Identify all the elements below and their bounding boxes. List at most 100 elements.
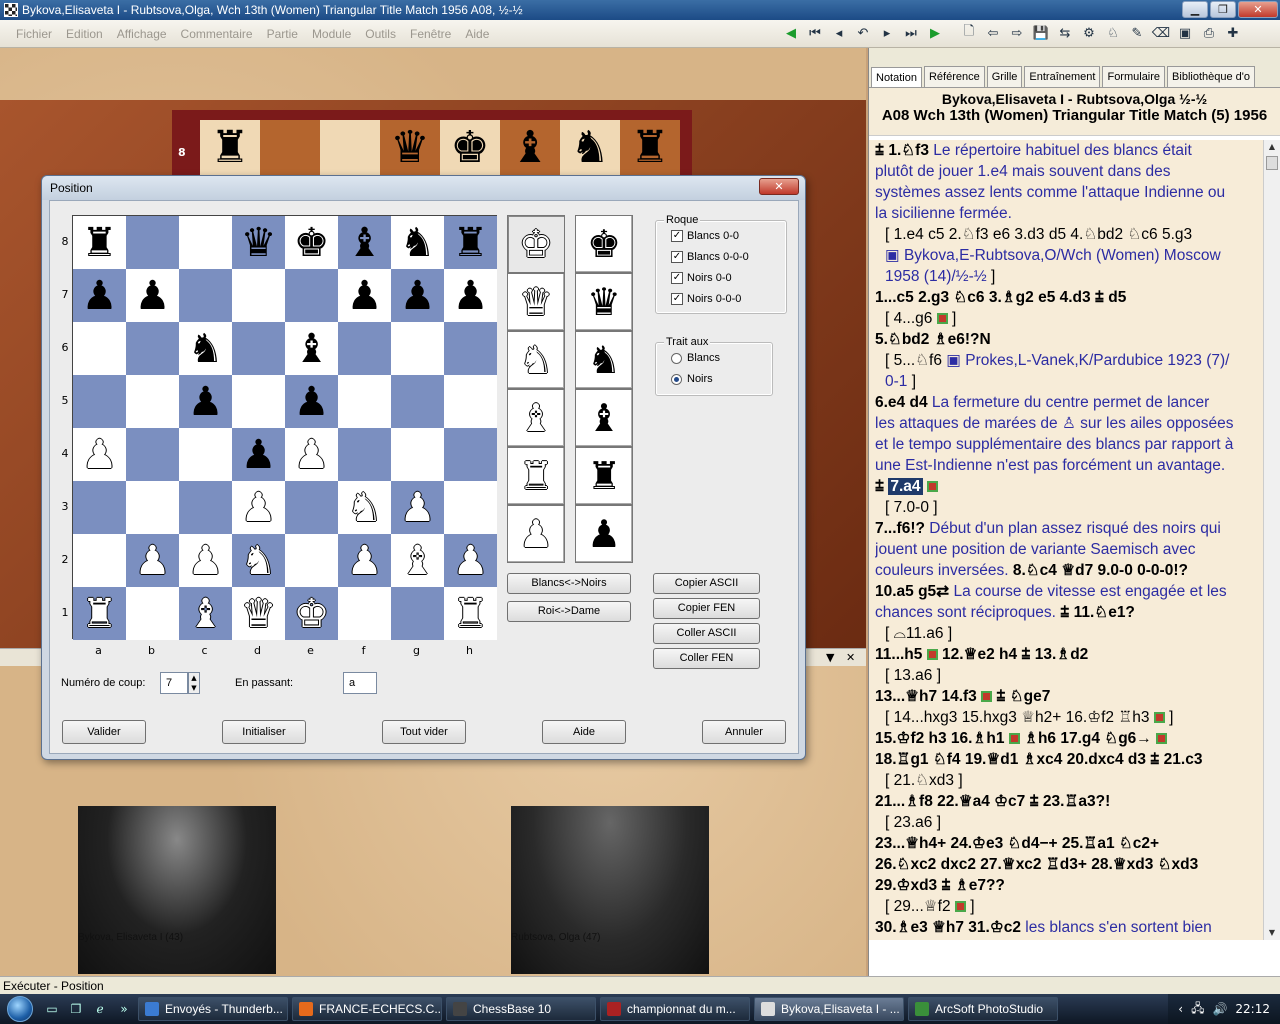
taskbar-item[interactable]: Envoyés - Thunderb... <box>138 997 288 1021</box>
current-move[interactable]: 7.a4 <box>888 478 923 495</box>
board-square[interactable] <box>285 269 338 322</box>
cancel-button[interactable]: Annuler <box>702 720 786 744</box>
board-square[interactable] <box>444 375 497 428</box>
clear-board-button[interactable]: Tout vider <box>382 720 466 744</box>
board-square[interactable] <box>126 216 179 269</box>
board-square[interactable] <box>179 481 232 534</box>
move-text[interactable]: 30.♗e3 ♕h7 31.♔c2 <box>875 919 1025 936</box>
board-square[interactable] <box>73 322 126 375</box>
board-square[interactable] <box>232 269 285 322</box>
tray-expand-icon[interactable]: ‹ <box>1178 1002 1183 1016</box>
previous-game-icon[interactable]: ⇦ <box>982 22 1004 44</box>
print-icon[interactable]: ⎙ <box>1198 22 1220 44</box>
network-icon[interactable]: 🖧 <box>1191 999 1204 1020</box>
main-board-square[interactable] <box>320 120 380 176</box>
palette-piece-button[interactable]: ♝ <box>507 389 565 447</box>
move-text[interactable]: 1...c5 2.g3 ♘c6 3.♗g2 e5 4.d3 ⩲ d5 <box>875 289 1126 306</box>
tab-item[interactable]: Bibliothèque d'o <box>1167 66 1255 87</box>
move-text[interactable]: ⩲ <box>875 478 888 495</box>
tab-item[interactable]: Formulaire <box>1102 66 1166 87</box>
board-square[interactable]: ♟ <box>179 375 232 428</box>
board-square[interactable]: ♞ <box>179 322 232 375</box>
board-square[interactable]: ♝ <box>285 322 338 375</box>
scroll-up-icon[interactable]: ▲ <box>1264 140 1280 154</box>
board-square[interactable]: ♝ <box>391 534 444 587</box>
move-text[interactable]: 5.♘bd2 ♗e6!?N <box>875 331 991 348</box>
paste-fen-button[interactable]: Coller FEN <box>653 648 760 669</box>
scroll-down-icon[interactable]: ▼ <box>1264 926 1280 940</box>
board-square[interactable]: ♟ <box>285 375 338 428</box>
board-square[interactable] <box>73 534 126 587</box>
main-board-square[interactable]: ♜ <box>620 120 680 176</box>
tab-item[interactable]: Entraînement <box>1024 66 1101 87</box>
swap-king-queen-button[interactable]: Roi<->Dame <box>507 601 631 622</box>
taskbar-item[interactable]: ArcSoft PhotoStudio <box>908 997 1058 1021</box>
board-square[interactable] <box>232 375 285 428</box>
tab-item[interactable]: Grille <box>986 66 1023 87</box>
palette-piece-button[interactable]: ♛ <box>575 273 633 331</box>
board-square[interactable] <box>444 322 497 375</box>
position-setup-icon[interactable]: ♘ <box>1102 22 1124 44</box>
move-text[interactable]: 12.♕e2 h4 ⩲ 13.♗d2 <box>938 646 1088 663</box>
board-square[interactable]: ♞ <box>338 481 391 534</box>
palette-piece-button[interactable]: ♞ <box>575 331 633 389</box>
board-square[interactable] <box>391 375 444 428</box>
board-square[interactable] <box>338 428 391 481</box>
board-square[interactable]: ♚ <box>285 587 338 640</box>
copy-fen-button[interactable]: Copier FEN <box>653 598 760 619</box>
board-square[interactable]: ♛ <box>232 587 285 640</box>
save-icon[interactable]: 💾 <box>1030 22 1052 44</box>
board-square[interactable]: ♜ <box>73 587 126 640</box>
board-square[interactable]: ♟ <box>232 481 285 534</box>
move-text[interactable]: 10.a5 g5⇄ <box>875 583 953 600</box>
notation-scrollbar[interactable]: ▲ ▼ <box>1263 140 1280 940</box>
palette-piece-button[interactable]: ♟ <box>507 505 565 563</box>
board-square[interactable]: ♟ <box>285 428 338 481</box>
board-square[interactable]: ♞ <box>232 534 285 587</box>
tab-notation[interactable]: Notation <box>871 67 922 87</box>
move-text[interactable]: 7...f6!? <box>875 520 929 537</box>
copy-ascii-button[interactable]: Copier ASCII <box>653 573 760 594</box>
board-square[interactable]: ♝ <box>179 587 232 640</box>
edit-icon[interactable]: ✎ <box>1126 22 1148 44</box>
board-square[interactable] <box>391 428 444 481</box>
screenshot-icon[interactable]: ▣ <box>1174 22 1196 44</box>
tab-item[interactable]: Référence <box>923 66 985 87</box>
board-square[interactable]: ♟ <box>391 269 444 322</box>
board-square[interactable] <box>338 322 391 375</box>
side-to-move-radio[interactable]: Noirs <box>671 373 713 385</box>
board-square[interactable]: ♟ <box>126 269 179 322</box>
move-text[interactable]: ⩲ 1.♘f3 <box>875 142 933 159</box>
switch-windows-icon[interactable]: ❐ <box>66 999 86 1019</box>
setup-board[interactable]: ♜ ♛ ♚ ♝ ♞ ♜ ♟ ♟ ♟ ♟ ♟ ♞ ♝ ♟ ♟ ♟ ♟ ♟ ♟ ♞ ♟ ♟ ♟ ♞ ♟ ♝ ♟ ♜ ♝ ♛ ♚ ♜ <box>72 215 497 640</box>
board-square[interactable]: ♟ <box>73 428 126 481</box>
main-board-square[interactable]: ♝ <box>500 120 560 176</box>
board-square[interactable]: ♟ <box>179 534 232 587</box>
menu-item[interactable]: Aide <box>465 27 489 41</box>
move-text[interactable]: ♗h6 17.g4 ♘g6→ <box>1020 730 1156 747</box>
previous-move-icon[interactable]: ◂ <box>828 22 850 44</box>
move-text[interactable]: 23...♕h4+ 24.♔e3 ♘d4−+ 25.♖a1 ♘c2+ <box>875 835 1159 852</box>
first-move-icon[interactable]: ⏮ <box>804 22 826 44</box>
menu-item[interactable]: Module <box>312 27 351 41</box>
volume-icon[interactable]: 🔊 <box>1212 1002 1227 1016</box>
dropdown-arrow-icon[interactable]: ▼ <box>826 651 834 664</box>
palette-piece-button[interactable]: ♞ <box>507 331 565 389</box>
palette-piece-button[interactable]: ♛ <box>507 273 565 331</box>
paste-ascii-button[interactable]: Coller ASCII <box>653 623 760 644</box>
replace-icon[interactable]: ⇆ <box>1054 22 1076 44</box>
move-number-input[interactable]: 7 <box>160 672 188 694</box>
castling-checkbox[interactable]: ✓ Blancs 0-0-0 <box>671 251 749 263</box>
show-desktop-icon[interactable]: ▭ <box>42 999 62 1019</box>
main-board-square[interactable] <box>260 120 320 176</box>
menu-item[interactable]: Outils <box>365 27 396 41</box>
board-square[interactable]: ♟ <box>444 534 497 587</box>
board-square[interactable] <box>338 587 391 640</box>
main-board-square[interactable]: ♛ <box>380 120 440 176</box>
board-square[interactable] <box>391 322 444 375</box>
board-square[interactable] <box>232 322 285 375</box>
dialog-close-button[interactable]: ✕ <box>759 178 799 195</box>
last-move-icon[interactable]: ⏭ <box>900 22 922 44</box>
board-square[interactable]: ♜ <box>444 216 497 269</box>
taskbar-item[interactable]: FRANCE-ECHECS.C... <box>292 997 442 1021</box>
